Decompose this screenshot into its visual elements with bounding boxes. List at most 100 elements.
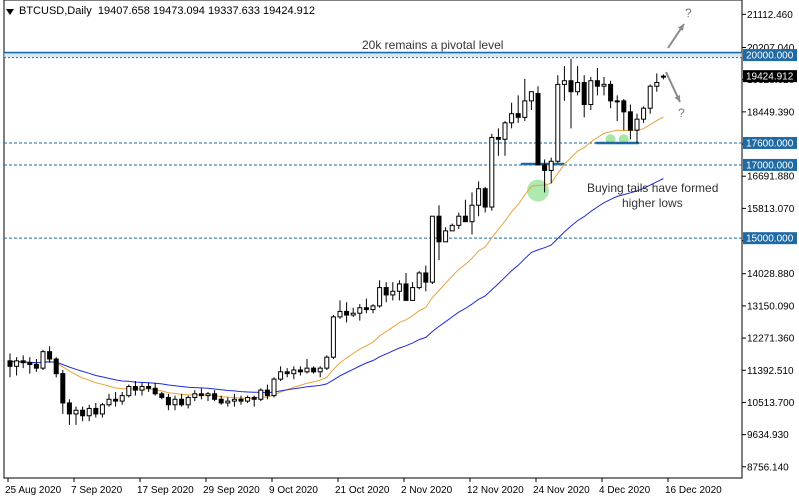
candle-bull [370, 305, 376, 311]
candle-bear [132, 385, 138, 391]
candle-bull [410, 287, 416, 301]
candle-bear [515, 113, 521, 118]
candle-bear [462, 215, 468, 223]
candle-bull [509, 113, 515, 124]
candle-bull [647, 85, 653, 109]
x-tick-label: 21 Oct 2020 [335, 485, 390, 496]
candle-bull [172, 398, 178, 406]
ema-slow-line [9, 178, 664, 394]
candle-bull [601, 83, 607, 87]
candle-bear [53, 358, 59, 375]
candle-bear [344, 310, 350, 316]
candle-bull [258, 389, 264, 400]
y-tick-label: 18449.390 [747, 107, 795, 118]
candle-bull [192, 393, 198, 398]
candle-bear [60, 373, 66, 404]
candle-bear [7, 360, 13, 367]
y-tick-label: 14028.880 [747, 269, 795, 280]
candle-bear [159, 393, 165, 398]
candle-bear [251, 396, 257, 400]
candle-bear [198, 393, 204, 397]
candle-bull [205, 393, 211, 397]
x-tick-label: 2 Nov 2020 [401, 485, 453, 496]
annotation-question-up: ? [685, 6, 692, 20]
candle-bull [443, 230, 449, 243]
candle-bull [304, 367, 310, 373]
level-tag-label: 17600.000 [746, 138, 794, 149]
candle-bear [212, 393, 218, 400]
candle-bear [33, 363, 39, 369]
candle-bull [225, 400, 231, 404]
candle-bear [146, 385, 152, 389]
x-tick-label: 12 Nov 2020 [467, 485, 524, 496]
y-tick-label: 12271.360 [747, 334, 795, 345]
candle-bull [357, 307, 363, 314]
candle-bear [594, 80, 600, 87]
y-tick-label: 21112.460 [747, 10, 793, 21]
candle-bear [383, 287, 389, 296]
candle-bull [654, 82, 660, 87]
candle-bear [47, 351, 53, 360]
candle-bull [119, 395, 125, 402]
candle-bull [231, 398, 237, 402]
candle-bull [588, 80, 594, 106]
candle-bull [185, 396, 191, 406]
x-tick-label: 29 Sep 2020 [203, 485, 260, 496]
candle-bull [555, 83, 561, 162]
resistance-zone [4, 53, 742, 58]
level-tag-label: 17000.000 [746, 160, 794, 171]
candle-bull [416, 272, 422, 289]
y-tick-label: 8756.140 [747, 462, 789, 473]
candle-bear [542, 164, 548, 171]
candle-bull [291, 369, 297, 375]
candle-bull [139, 385, 145, 391]
candle-bull [350, 312, 356, 316]
x-tick-label: 24 Nov 2020 [533, 485, 590, 496]
candle-bear [363, 307, 369, 311]
candle-bear [495, 136, 501, 140]
candle-bear [113, 398, 119, 402]
candle-bull [377, 287, 383, 307]
candle-bear [436, 215, 442, 243]
annotation-question-down: ? [678, 106, 685, 120]
candle-bear [238, 398, 244, 402]
buying-tail-highlight [527, 179, 549, 202]
plot-frame [3, 0, 743, 479]
candle-bull [660, 75, 666, 78]
candle-bull [548, 160, 554, 171]
candle-bull [278, 371, 284, 380]
candle-bear [179, 398, 185, 406]
candle-bear [66, 402, 72, 415]
candle-bear [218, 398, 224, 404]
ema-fast-line [9, 116, 664, 399]
candle-bull [456, 215, 462, 226]
candle-bull [106, 398, 112, 406]
candle-bull [502, 122, 508, 140]
price-chart[interactable]: 21112.46020207.04019328.02018449.3901757… [0, 0, 799, 501]
candle-bear [264, 389, 270, 397]
candle-bear [403, 283, 409, 301]
candle-bull [476, 188, 482, 206]
level-tag-label: 20000.000 [746, 51, 794, 62]
candle-bull [522, 100, 528, 118]
candle-bear [627, 111, 633, 131]
candle-bull [396, 283, 402, 292]
candle-bull [245, 396, 251, 402]
candle-bull [86, 407, 92, 417]
x-tick-label: 16 Dec 2020 [665, 485, 722, 496]
candle-bull [40, 351, 46, 369]
candle-bull [561, 80, 567, 85]
candle-bull [390, 290, 396, 296]
candle-bear [93, 407, 99, 415]
candle-bull [449, 224, 455, 232]
x-tick-label: 25 Aug 2020 [5, 485, 62, 496]
y-tick-label: 13150.090 [747, 301, 795, 312]
candle-bull [429, 215, 435, 283]
candle-bear [297, 369, 303, 373]
candle-bull [126, 385, 132, 397]
y-tick-label: 15813.070 [747, 204, 795, 215]
candle-bull [271, 378, 277, 397]
candle-bull [614, 100, 620, 103]
candle-bull [73, 409, 79, 415]
annotation-buying-tails: Buying tails have formed [587, 181, 718, 195]
